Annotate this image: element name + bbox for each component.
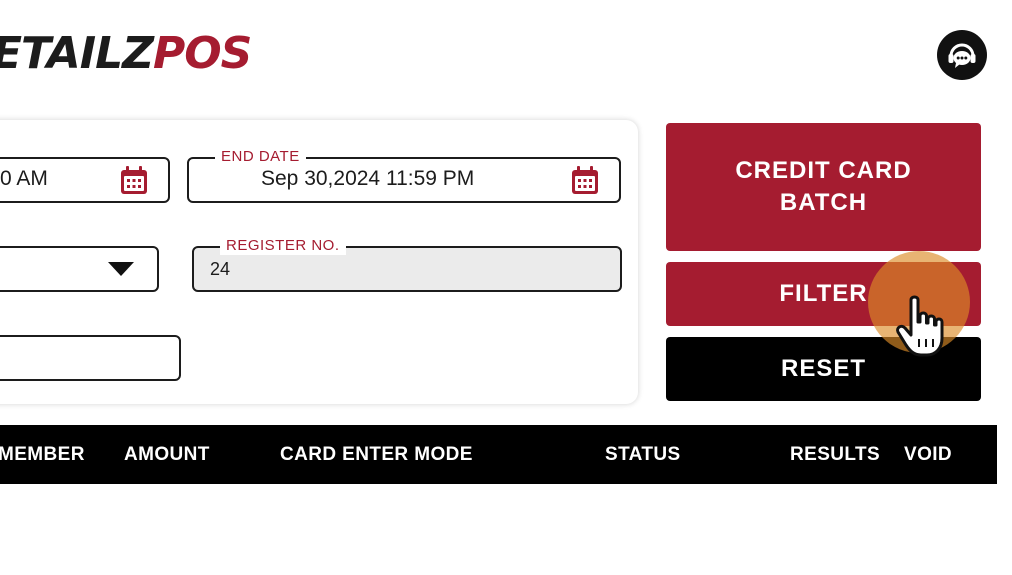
column-header-amount[interactable]: AMOUNT	[124, 444, 210, 466]
calendar-icon[interactable]	[570, 164, 600, 196]
column-header-results[interactable]: RESULTS	[790, 444, 880, 466]
end-date-field[interactable]: END DATE Sep 30,2024 11:59 PM	[187, 148, 621, 203]
filter-dropdown[interactable]	[0, 246, 159, 292]
start-date-field[interactable]: 0 AM	[0, 157, 170, 203]
column-header-member[interactable]: MEMBER	[0, 444, 85, 466]
register-no-value: 24	[210, 259, 231, 279]
chat-headset-icon	[948, 43, 976, 68]
reset-label: RESET	[780, 355, 866, 382]
column-header-void[interactable]: VOID	[904, 444, 952, 466]
column-header-status[interactable]: STATUS	[605, 444, 681, 466]
credit-card-batch-button[interactable]: CREDIT CARD BATCH	[666, 123, 981, 251]
hand-pointer-icon	[896, 295, 944, 357]
logo-text-primary: ETAILZ	[0, 28, 154, 79]
calendar-icon[interactable]	[119, 164, 149, 196]
search-input[interactable]	[0, 335, 181, 381]
column-header-card-enter-mode[interactable]: CARD ENTER MODE	[280, 444, 473, 466]
end-date-label: END DATE	[215, 148, 306, 166]
register-no-label: REGISTER NO.	[220, 237, 346, 255]
credit-card-batch-label: CREDIT CARD BATCH	[735, 157, 912, 216]
logo-text-accent: POS	[153, 28, 252, 79]
chevron-down-icon	[108, 262, 134, 276]
end-date-value: Sep 30,2024 11:59 PM	[261, 167, 475, 190]
app-logo: ETAILZPOS	[0, 26, 252, 82]
filter-label: FILTER	[779, 280, 868, 307]
start-date-value: 0 AM	[0, 167, 48, 190]
support-chat-button[interactable]	[937, 30, 987, 80]
register-no-field[interactable]: REGISTER NO. 24	[192, 237, 622, 292]
table-header: MEMBER AMOUNT CARD ENTER MODE STATUS RES…	[0, 425, 997, 484]
